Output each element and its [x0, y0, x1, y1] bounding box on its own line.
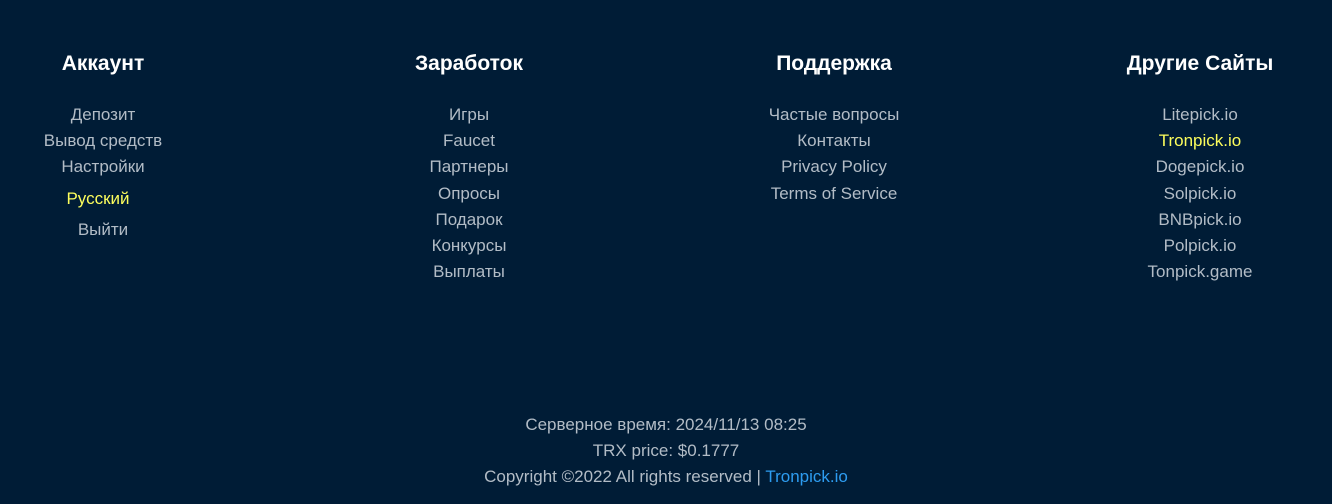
copyright: Copyright ©2022 All rights reserved | Tr… [0, 464, 1332, 490]
copyright-text: Copyright ©2022 All rights reserved | [484, 467, 766, 486]
list-item: Игры [339, 102, 599, 128]
column-title-other-sites: Другие Сайты [1126, 52, 1274, 75]
account-links: Депозит Вывод средств Настройки Русский … [0, 102, 233, 243]
litepick-link[interactable]: Litepick.io [1162, 105, 1238, 124]
deposit-link[interactable]: Депозит [71, 105, 136, 124]
partners-link[interactable]: Партнеры [429, 157, 508, 176]
settings-link[interactable]: Настройки [61, 157, 144, 176]
list-item: Партнеры [339, 154, 599, 180]
polpick-link[interactable]: Polpick.io [1164, 236, 1237, 255]
list-item: Polpick.io [1070, 233, 1330, 259]
trx-price: TRX price: $0.1777 [592, 441, 740, 460]
logout-link[interactable]: Выйти [78, 220, 128, 239]
list-item: Подарок [339, 207, 599, 233]
support-links: Частые вопросы Контакты Privacy Policy T… [704, 102, 964, 207]
list-item: Tronpick.io [1070, 128, 1330, 154]
payouts-link[interactable]: Выплаты [433, 262, 505, 281]
column-title-earnings: Заработок [415, 52, 523, 75]
withdraw-link[interactable]: Вывод средств [44, 131, 162, 150]
list-item: Выплаты [339, 259, 599, 285]
list-item: Опросы [339, 181, 599, 207]
list-item: Litepick.io [1070, 102, 1330, 128]
faucet-link[interactable]: Faucet [443, 131, 495, 150]
games-link[interactable]: Игры [449, 105, 489, 124]
bnbpick-link[interactable]: BNBpick.io [1158, 210, 1241, 229]
list-item: Депозит [0, 102, 233, 128]
copyright-site-link[interactable]: Tronpick.io [765, 467, 848, 486]
list-item: Конкурсы [339, 233, 599, 259]
language-selector[interactable]: Русский [66, 189, 129, 208]
tonpick-link[interactable]: Tonpick.game [1148, 262, 1253, 281]
footer-bottom: Серверное время: 2024/11/13 08:25 TRX pr… [0, 412, 1332, 490]
dogepick-link[interactable]: Dogepick.io [1156, 157, 1245, 176]
list-item: Частые вопросы [704, 102, 964, 128]
footer-column-earnings: Заработок Игры Faucet Партнеры Опросы По… [339, 50, 599, 285]
column-title-support: Поддержка [776, 52, 892, 75]
server-time: Серверное время: 2024/11/13 08:25 [525, 415, 807, 434]
column-title-account: Аккаунт [61, 52, 145, 75]
privacy-policy-link[interactable]: Privacy Policy [781, 157, 887, 176]
list-item: Tonpick.game [1070, 259, 1330, 285]
list-item: BNBpick.io [1070, 207, 1330, 233]
list-item: Dogepick.io [1070, 154, 1330, 180]
footer-column-account: Аккаунт Депозит Вывод средств Настройки … [0, 50, 233, 243]
list-item: Faucet [339, 128, 599, 154]
contests-link[interactable]: Конкурсы [432, 236, 507, 255]
contacts-link[interactable]: Контакты [797, 131, 870, 150]
footer-column-support: Поддержка Частые вопросы Контакты Privac… [704, 50, 964, 207]
list-item: Solpick.io [1070, 181, 1330, 207]
faq-link[interactable]: Частые вопросы [769, 105, 900, 124]
gift-link[interactable]: Подарок [435, 210, 502, 229]
list-item: Контакты [704, 128, 964, 154]
footer-column-other-sites: Другие Сайты Litepick.io Tronpick.io Dog… [1070, 50, 1330, 285]
other-sites-links: Litepick.io Tronpick.io Dogepick.io Solp… [1070, 102, 1330, 285]
list-item: Terms of Service [704, 181, 964, 207]
earnings-links: Игры Faucet Партнеры Опросы Подарок Конк… [339, 102, 599, 285]
solpick-link[interactable]: Solpick.io [1164, 184, 1237, 203]
list-item: Русский [0, 186, 233, 212]
tronpick-link[interactable]: Tronpick.io [1159, 131, 1242, 150]
list-item: Выйти [0, 217, 233, 243]
list-item: Вывод средств [0, 128, 233, 154]
list-item: Настройки [0, 154, 233, 180]
surveys-link[interactable]: Опросы [438, 184, 500, 203]
list-item: Privacy Policy [704, 154, 964, 180]
terms-of-service-link[interactable]: Terms of Service [771, 184, 898, 203]
site-footer: Аккаунт Депозит Вывод средств Настройки … [0, 0, 1332, 504]
